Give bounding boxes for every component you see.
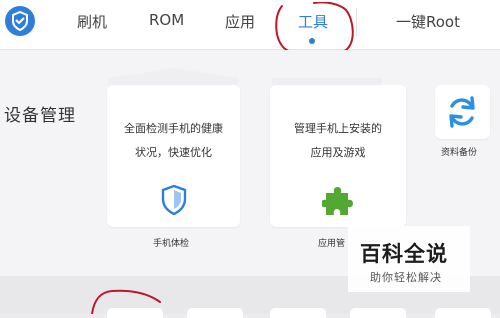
partial-card[interactable] [350,308,406,318]
sync-icon [449,96,475,128]
shield-icon [161,185,187,215]
watermark-title: 百科全说 [360,242,448,266]
card-description-line: 应用及游戏 [310,146,366,159]
app-management-label[interactable]: 应用管 [318,236,345,249]
puzzle-icon [322,187,353,215]
nav-divider [356,8,357,36]
partial-card[interactable] [107,308,163,318]
data-backup-card[interactable] [435,85,490,139]
app-logo-icon[interactable] [5,6,35,36]
tab-rom[interactable]: ROM [149,11,184,29]
watermark-logo: 百科全说 助你轻松解决 [348,226,470,292]
phone-checkup-label[interactable]: 手机体检 [153,236,189,249]
app-management-card[interactable]: 管理手机上安装的 应用及游戏 [270,85,406,227]
tab-one-click-root[interactable]: 一键Root [396,11,460,32]
partial-card[interactable] [187,308,243,318]
partial-card[interactable] [270,308,326,318]
watermark-subtitle: 助你轻松解决 [370,271,442,284]
card-description-line: 状况，快速优化 [135,146,212,159]
active-tab-indicator [309,38,315,44]
card-description-line: 管理手机上安装的 [294,122,382,135]
data-backup-label[interactable]: 资料备份 [441,145,477,158]
phone-checkup-card[interactable]: 全面检测手机的健康 状况，快速优化 [107,85,240,227]
tab-apps[interactable]: 应用 [225,11,255,32]
partial-card[interactable] [435,308,491,318]
tab-tools[interactable]: 工具 [298,11,328,32]
tab-flash[interactable]: 刷机 [77,11,107,32]
card-description-line: 全面检测手机的健康 [124,122,223,135]
top-nav-bar: 刷机 ROM 应用 工具 一键Root [0,0,500,50]
section-title: 设备管理 [4,106,76,126]
